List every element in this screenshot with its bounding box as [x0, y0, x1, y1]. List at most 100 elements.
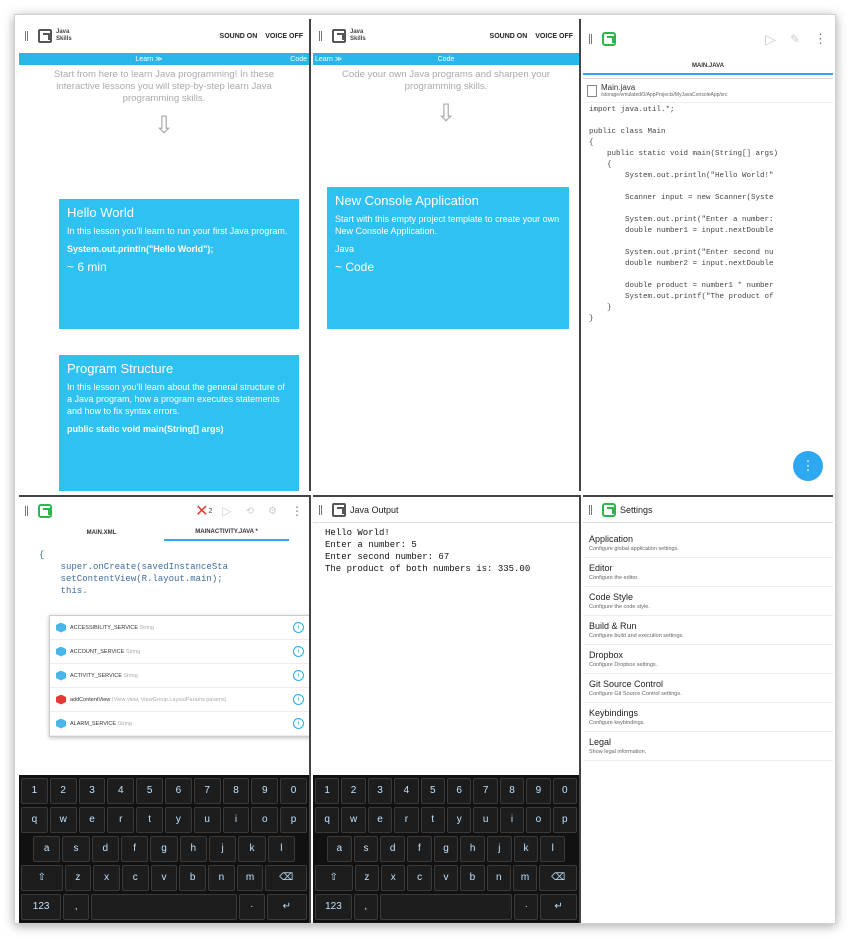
key[interactable]: h — [179, 836, 207, 862]
info-icon[interactable]: i — [293, 622, 304, 633]
settings-item-keybindings[interactable]: Keybindings Configure keybindings. — [583, 703, 833, 732]
tab-learn[interactable]: Learn ≫ — [313, 55, 353, 63]
key[interactable]: 6 — [165, 778, 192, 804]
key[interactable]: p — [552, 807, 578, 833]
suggestion-item[interactable]: ALARM_SERVICE String i — [50, 712, 309, 736]
shift-key[interactable]: ⇧ — [314, 865, 353, 891]
settings-item-code-style[interactable]: Code Style Configure the code style. — [583, 587, 833, 616]
shift-key[interactable]: ⇧ — [21, 865, 63, 891]
key[interactable]: f — [121, 836, 149, 862]
key[interactable]: h — [460, 836, 486, 862]
key[interactable]: 2 — [49, 778, 77, 804]
key[interactable]: w — [49, 807, 77, 833]
key[interactable]: l — [540, 836, 566, 862]
android-code[interactable]: { super.onCreate(savedInstanceSta setCon… — [19, 545, 309, 601]
error-icon[interactable]: ✕ — [195, 501, 208, 521]
menu-icon[interactable] — [589, 34, 599, 44]
key[interactable]: 9 — [526, 778, 551, 804]
key[interactable]: e — [367, 807, 393, 833]
run-icon[interactable]: ▷ — [765, 31, 776, 48]
key[interactable]: a — [326, 836, 352, 862]
key[interactable]: 4 — [394, 778, 419, 804]
key[interactable]: q — [314, 807, 340, 833]
info-icon[interactable]: i — [293, 718, 304, 729]
key[interactable]: 6 — [447, 778, 472, 804]
key[interactable]: x — [381, 865, 406, 891]
settings-item-build-run[interactable]: Build & Run Configure build and execution… — [583, 616, 833, 645]
key[interactable]: y — [447, 807, 472, 833]
key[interactable]: 3 — [78, 778, 106, 804]
key[interactable]: i — [222, 807, 250, 833]
suggestion-item[interactable]: addContentView (View view, ViewGroup.Lay… — [50, 688, 309, 712]
menu-icon[interactable] — [25, 506, 35, 516]
key[interactable]: 5 — [136, 778, 163, 804]
key[interactable]: c — [407, 865, 432, 891]
tab-main-java[interactable]: MAIN.JAVA — [583, 63, 833, 75]
key[interactable]: y — [165, 807, 192, 833]
key[interactable]: d — [91, 836, 119, 862]
key[interactable]: 9 — [251, 778, 279, 804]
lesson-card-hello-world[interactable]: Hello World In this lesson you'll learn … — [59, 199, 299, 329]
tab-mainactivity-java[interactable]: MAINACTIVITY.JAVA * — [164, 529, 289, 541]
key[interactable]: 5 — [420, 778, 445, 804]
key[interactable]: u — [473, 807, 498, 833]
symbols-key[interactable]: 123 — [315, 894, 352, 920]
symbols-key[interactable]: 123 — [21, 894, 62, 920]
key[interactable]: 4 — [107, 778, 135, 804]
code-editor[interactable]: import java.util.*; public class Main { p… — [583, 103, 833, 327]
key[interactable]: 7 — [193, 778, 221, 804]
key[interactable]: o — [251, 807, 279, 833]
key[interactable]: k — [238, 836, 266, 862]
build-icon[interactable]: ⟲ — [246, 506, 254, 517]
key[interactable]: e — [78, 807, 106, 833]
key[interactable]: u — [193, 807, 221, 833]
enter-key[interactable]: ↵ — [266, 894, 307, 920]
fab-menu-button[interactable]: ⋮ — [793, 451, 823, 481]
key[interactable]: v — [150, 865, 178, 891]
settings-item-application[interactable]: Application Configure global application … — [583, 529, 833, 558]
key[interactable]: v — [433, 865, 459, 891]
tab-code[interactable]: Code — [353, 56, 579, 63]
voice-toggle[interactable]: VOICE OFF — [535, 33, 573, 40]
new-console-app-card[interactable]: New Console Application Start with this … — [327, 187, 569, 329]
info-icon[interactable]: i — [293, 670, 304, 681]
key[interactable]: p — [280, 807, 307, 833]
menu-icon[interactable] — [319, 504, 329, 515]
key[interactable]: q — [21, 807, 48, 833]
suggestion-item[interactable]: ACCOUNT_SERVICE String i — [50, 640, 309, 664]
key[interactable]: t — [136, 807, 163, 833]
menu-icon[interactable] — [319, 31, 329, 41]
key[interactable]: 1 — [21, 778, 48, 804]
settings-item-legal[interactable]: Legal Show legal information. — [583, 732, 833, 761]
tab-code[interactable]: Code — [279, 56, 309, 63]
build-icon[interactable]: ✎ — [790, 32, 800, 46]
key[interactable]: x — [93, 865, 120, 891]
key[interactable]: b — [460, 865, 485, 891]
key[interactable]: i — [499, 807, 525, 833]
key[interactable]: 8 — [499, 778, 525, 804]
key[interactable]: 0 — [280, 778, 307, 804]
key[interactable]: 8 — [222, 778, 250, 804]
suggestion-item[interactable]: ACTIVITY_SERVICE String i — [50, 664, 309, 688]
key[interactable]: , — [63, 894, 90, 920]
settings-item-editor[interactable]: Editor Configure the editor. — [583, 558, 833, 587]
key[interactable]: m — [512, 865, 538, 891]
key[interactable]: n — [486, 865, 511, 891]
key[interactable]: z — [354, 865, 380, 891]
sound-toggle[interactable]: SOUND ON — [220, 33, 258, 40]
key[interactable]: r — [107, 807, 135, 833]
menu-icon[interactable] — [25, 31, 35, 41]
overflow-menu-icon[interactable]: ⋮ — [814, 31, 827, 47]
key[interactable]: s — [62, 836, 90, 862]
key[interactable]: w — [341, 807, 366, 833]
tab-main-xml[interactable]: MAIN.XML — [39, 530, 164, 540]
key[interactable]: g — [150, 836, 178, 862]
key[interactable]: d — [380, 836, 405, 862]
key[interactable]: r — [394, 807, 419, 833]
settings-item-git[interactable]: Git Source Control Configure Git Source C… — [583, 674, 833, 703]
lesson-card-program-structure[interactable]: Program Structure In this lesson you'll … — [59, 355, 299, 491]
overflow-menu-icon[interactable]: ⋮ — [291, 504, 303, 518]
key[interactable]: 7 — [473, 778, 498, 804]
settings-icon[interactable]: ⚙ — [268, 506, 277, 517]
key[interactable]: k — [513, 836, 539, 862]
